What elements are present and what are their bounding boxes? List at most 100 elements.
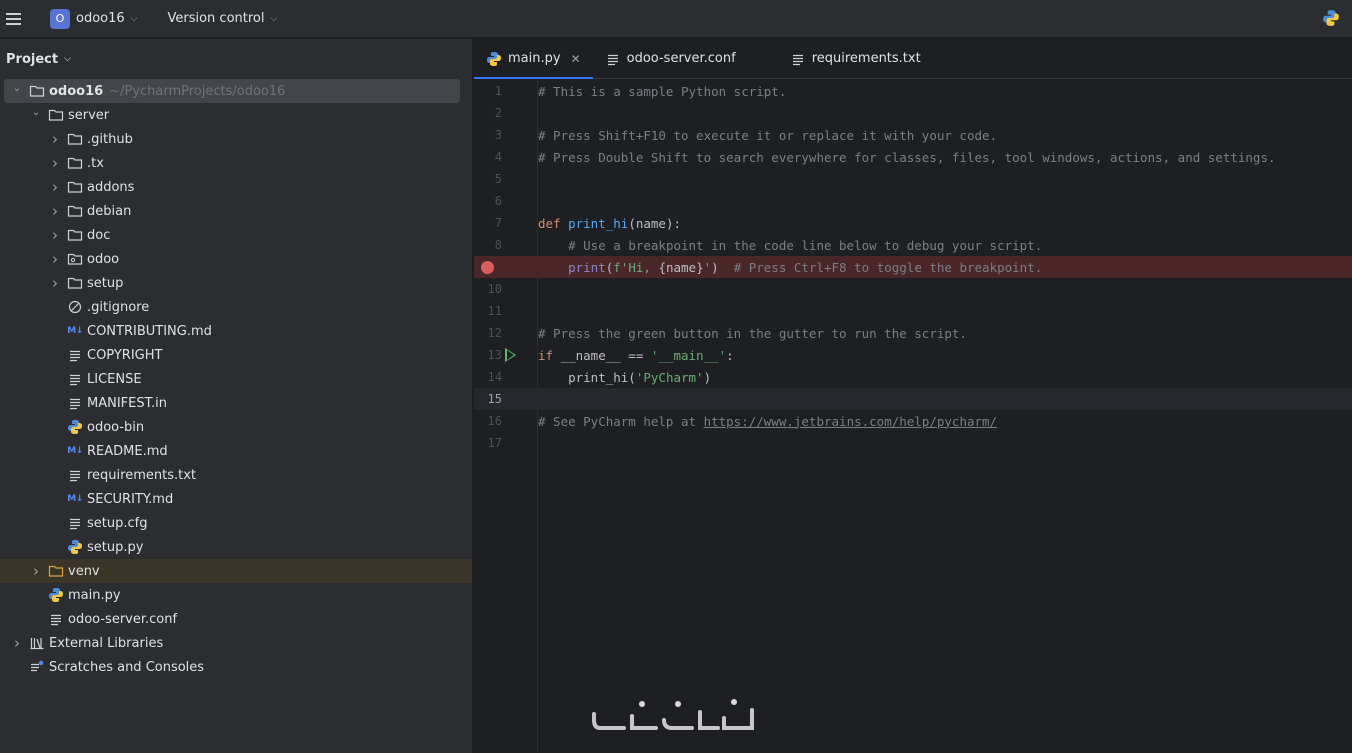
collapse-arrow-icon[interactable]: ›	[29, 562, 43, 580]
tree-item-main-py[interactable]: main.py	[0, 583, 472, 607]
tree-item-venv[interactable]: › venv	[0, 559, 472, 583]
gutter-cell[interactable]	[502, 410, 538, 432]
code-line[interactable]: 13 if __name__ == '__main__':	[474, 344, 1352, 366]
line-number[interactable]: 16	[474, 414, 502, 428]
expand-arrow-icon[interactable]: ⌄	[29, 107, 43, 118]
tree-item-github[interactable]: › .github	[0, 127, 472, 151]
gutter-cell[interactable]	[502, 322, 538, 344]
tree-item-server[interactable]: ⌄ server	[0, 103, 472, 127]
tree-item-scratches-and-consoles[interactable]: Scratches and Consoles	[0, 655, 472, 679]
project-selector[interactable]: O odoo16 ⌵	[46, 5, 141, 33]
code-line[interactable]: 16 # See PyCharm help at https://www.jetb…	[474, 410, 1352, 432]
line-number[interactable]: 4	[474, 150, 502, 164]
code-line[interactable]: 8 # Use a breakpoint in the code line be…	[474, 234, 1352, 256]
code-line[interactable]: 2	[474, 102, 1352, 124]
code-line[interactable]: 17	[474, 432, 1352, 454]
tree-item-contributing-md[interactable]: M↓ CONTRIBUTING.md	[0, 319, 472, 343]
collapse-arrow-icon[interactable]: ›	[48, 274, 62, 292]
gutter-cell[interactable]	[502, 300, 538, 322]
code-line[interactable]: print(f'Hi, {name}') # Press Ctrl+F8 to …	[474, 256, 1352, 278]
line-number[interactable]: 13	[474, 348, 502, 362]
line-number[interactable]: 3	[474, 128, 502, 142]
gutter-cell[interactable]	[502, 168, 538, 190]
tab-odoo-server-conf[interactable]: odoo-server.conf	[593, 39, 748, 78]
tab-main-py[interactable]: main.py ✕	[474, 39, 593, 79]
tree-item-copyright[interactable]: COPYRIGHT	[0, 343, 472, 367]
expand-arrow-icon[interactable]: ⌄	[10, 83, 24, 94]
code-line[interactable]: 14 print_hi('PyCharm')	[474, 366, 1352, 388]
gutter-cell[interactable]	[502, 146, 538, 168]
tree-item-addons[interactable]: › addons	[0, 175, 472, 199]
tree-item-requirements-txt[interactable]: requirements.txt	[0, 463, 472, 487]
code-line[interactable]: 1 # This is a sample Python script.	[474, 80, 1352, 102]
tree-item-setup-cfg[interactable]: setup.cfg	[0, 511, 472, 535]
tree-item-odoo[interactable]: › odoo	[0, 247, 472, 271]
help-link[interactable]: https://www.jetbrains.com/help/pycharm/	[704, 414, 998, 429]
tree-item-odoo-server-conf[interactable]: odoo-server.conf	[0, 607, 472, 631]
collapse-arrow-icon[interactable]: ›	[10, 634, 24, 652]
tree-item-manifest-in[interactable]: MANIFEST.in	[0, 391, 472, 415]
gutter-cell[interactable]	[502, 102, 538, 124]
collapse-arrow-icon[interactable]: ›	[48, 202, 62, 220]
line-number[interactable]: 6	[474, 194, 502, 208]
gutter-cell[interactable]	[502, 234, 538, 256]
gutter-cell[interactable]	[502, 432, 538, 454]
tab-requirements-txt[interactable]: requirements.txt	[778, 39, 933, 78]
code-line[interactable]: 10	[474, 278, 1352, 300]
tree-item-odoo16[interactable]: ⌄ odoo16 ~/PycharmProjects/odoo16	[4, 79, 460, 103]
code-line[interactable]: 11	[474, 300, 1352, 322]
line-number[interactable]: 15	[474, 392, 502, 406]
tree-item-tx[interactable]: › .tx	[0, 151, 472, 175]
code-line[interactable]: 3 # Press Shift+F10 to execute it or repl…	[474, 124, 1352, 146]
gutter-cell[interactable]	[502, 278, 538, 300]
gutter-cell[interactable]	[502, 190, 538, 212]
tree-item-gitignore[interactable]: .gitignore	[0, 295, 472, 319]
collapse-arrow-icon[interactable]: ›	[48, 154, 62, 172]
tree-item-setup[interactable]: › setup	[0, 271, 472, 295]
tree-item-external-libraries[interactable]: › External Libraries	[0, 631, 472, 655]
tree-item-odoo-bin[interactable]: odoo-bin	[0, 415, 472, 439]
line-number[interactable]: 7	[474, 216, 502, 230]
main-menu-icon[interactable]	[4, 0, 28, 38]
tree-item-security-md[interactable]: M↓ SECURITY.md	[0, 487, 472, 511]
run-gutter-icon[interactable]	[505, 348, 516, 362]
tree-item-label: .github	[87, 131, 133, 147]
line-number[interactable]: 8	[474, 238, 502, 252]
code-line[interactable]: 15	[474, 388, 1352, 410]
line-number[interactable]: 2	[474, 106, 502, 120]
version-control-selector[interactable]: Version control ⌵	[167, 11, 277, 26]
collapse-arrow-icon[interactable]: ›	[48, 250, 62, 268]
tree-item-setup-py[interactable]: setup.py	[0, 535, 472, 559]
tree-item-doc[interactable]: › doc	[0, 223, 472, 247]
code-line[interactable]: 7 def print_hi(name):	[474, 212, 1352, 234]
tree-item-license[interactable]: LICENSE	[0, 367, 472, 391]
gutter-cell[interactable]	[502, 80, 538, 102]
code-line[interactable]: 5	[474, 168, 1352, 190]
collapse-arrow-icon[interactable]: ›	[48, 130, 62, 148]
tree-item-debian[interactable]: › debian	[0, 199, 472, 223]
breakpoint-icon[interactable]	[481, 261, 494, 274]
gutter-cell[interactable]	[502, 366, 538, 388]
close-icon[interactable]: ✕	[571, 52, 581, 66]
python-icon[interactable]	[1322, 9, 1340, 27]
collapse-arrow-icon[interactable]: ›	[48, 178, 62, 196]
code-line[interactable]: 6	[474, 190, 1352, 212]
line-number[interactable]: 11	[474, 304, 502, 318]
line-number[interactable]: 17	[474, 436, 502, 450]
code-line[interactable]: 12 # Press the green button in the gutter…	[474, 322, 1352, 344]
code-editor[interactable]: 1 # This is a sample Python script. 2 3 # Pr…	[474, 80, 1352, 454]
line-number[interactable]: 1	[474, 84, 502, 98]
gutter-cell[interactable]	[481, 256, 538, 278]
collapse-arrow-icon[interactable]: ›	[48, 226, 62, 244]
line-number[interactable]: 14	[474, 370, 502, 384]
line-number[interactable]: 5	[474, 172, 502, 186]
gutter-cell[interactable]	[502, 388, 538, 410]
gutter-cell[interactable]	[502, 344, 538, 366]
tree-item-readme-md[interactable]: M↓ README.md	[0, 439, 472, 463]
code-line[interactable]: 4 # Press Double Shift to search everywhe…	[474, 146, 1352, 168]
line-number[interactable]: 10	[474, 282, 502, 296]
gutter-cell[interactable]	[502, 212, 538, 234]
line-number[interactable]: 12	[474, 326, 502, 340]
gutter-cell[interactable]	[502, 124, 538, 146]
project-view-selector[interactable]: Project ⌵	[0, 39, 472, 79]
